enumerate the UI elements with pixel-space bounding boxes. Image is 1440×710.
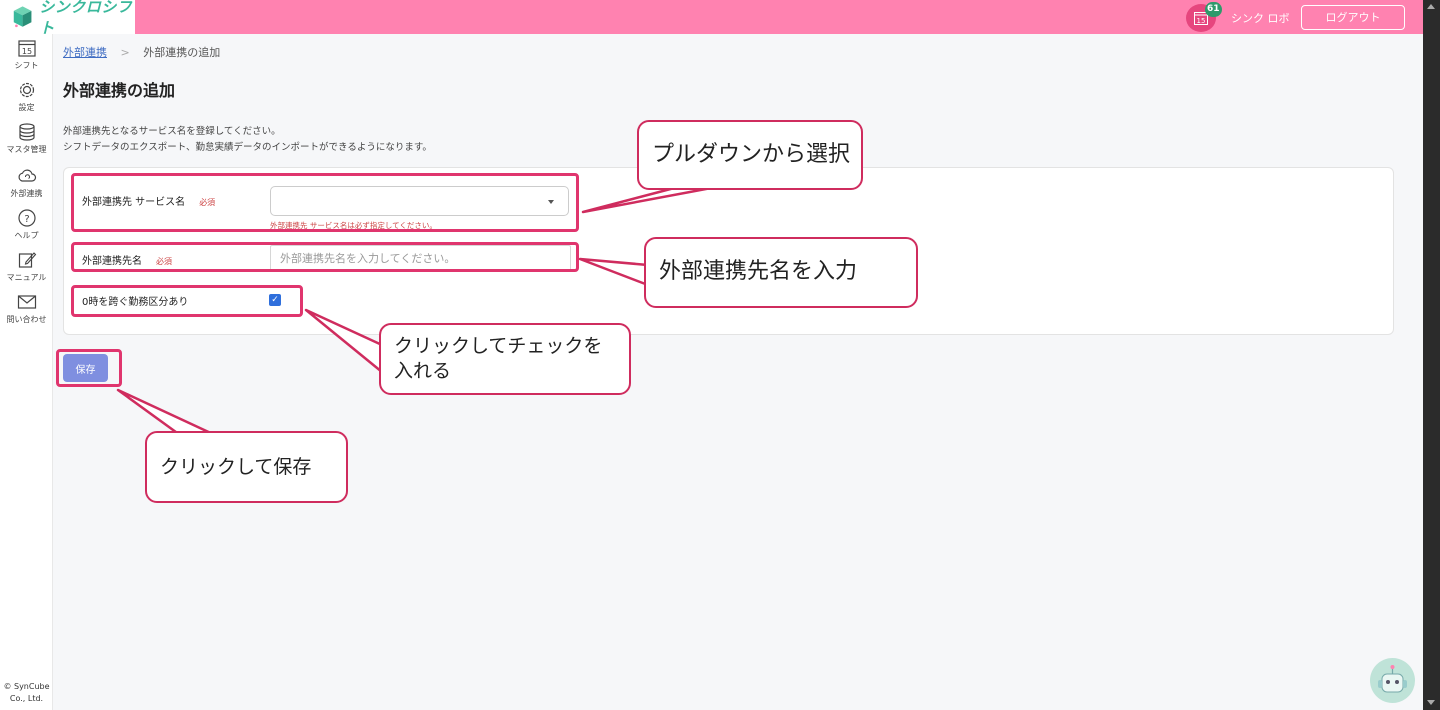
callout-check: クリックしてチェックを 入れる	[379, 323, 631, 395]
gear-icon	[19, 82, 34, 98]
robot-icon	[1378, 665, 1407, 693]
sidebar-item-master[interactable]: マスタ管理	[0, 122, 53, 162]
highlight-name-input	[71, 242, 579, 272]
callout-select-text: プルダウンから選択	[652, 142, 851, 167]
highlight-service-select	[71, 173, 579, 232]
vertical-scrollbar[interactable]	[1423, 0, 1440, 710]
callout-save: クリックして保存	[145, 431, 348, 503]
sidebar-item-label: マスタ管理	[6, 145, 47, 154]
sidebar-item-shift[interactable]: 15 シフト	[0, 38, 53, 78]
sidebar: 15 シフト 設定 マスタ管理 外部連携 ? ヘルプ マニュアル 問い合わせ ©…	[0, 34, 53, 710]
app-name: シンクロシフト	[39, 0, 133, 37]
sidebar-item-label: シフト	[14, 61, 39, 70]
sidebar-item-label: ヘルプ	[14, 231, 39, 240]
app-logo[interactable]: シンクロシフト	[0, 0, 135, 37]
sidebar-item-manual[interactable]: マニュアル	[0, 250, 53, 290]
sidebar-item-contact[interactable]: 問い合わせ	[0, 292, 53, 332]
page-description: 外部連携先となるサービス名を登録してください。 シフトデータのエクスポート、勤怠…	[63, 124, 432, 156]
cloud-sync-icon	[18, 169, 36, 182]
page-title: 外部連携の追加	[63, 81, 176, 100]
breadcrumb-separator: >	[120, 46, 130, 59]
logo-mark-icon	[13, 6, 32, 28]
callout-input-text: 外部連携先名を入力	[659, 259, 858, 284]
breadcrumb: 外部連携 > 外部連携の追加	[63, 44, 220, 60]
sidebar-item-label: 外部連携	[10, 189, 43, 198]
calendar-icon: 15	[17, 40, 36, 57]
callout-select: プルダウンから選択	[637, 120, 863, 190]
highlight-overnight-checkbox	[71, 285, 303, 317]
sidebar-calendar-day: 15	[21, 47, 31, 56]
sidebar-item-label: 設定	[18, 103, 35, 112]
copyright-line: © SynCube	[3, 682, 50, 691]
callout-tails	[116, 184, 724, 437]
mail-icon	[17, 295, 36, 309]
svg-text:?: ?	[24, 214, 29, 225]
sidebar-item-label: マニュアル	[6, 273, 47, 282]
help-icon: ?	[17, 209, 36, 227]
copyright: © SynCube Co., Ltd.	[0, 681, 53, 705]
edit-icon	[18, 252, 36, 268]
callout-save-text: クリックして保存	[160, 456, 312, 478]
logout-button[interactable]: ログアウト	[1301, 5, 1405, 30]
database-icon	[18, 123, 35, 141]
copyright-line: Co., Ltd.	[9, 694, 44, 703]
breadcrumb-link-integration[interactable]: 外部連携	[63, 46, 107, 59]
highlight-save-button	[56, 349, 122, 387]
sidebar-item-label: 問い合わせ	[6, 315, 47, 324]
scroll-down-arrow-icon[interactable]	[1427, 700, 1435, 705]
callout-check-line: 入れる	[394, 360, 452, 382]
app-header: シンクロシフト 15 61 シンク ロボ ログアウト	[0, 0, 1423, 37]
breadcrumb-current: 外部連携の追加	[143, 46, 221, 59]
callout-input: 外部連携先名を入力	[644, 237, 918, 308]
sidebar-item-settings[interactable]: 設定	[0, 80, 53, 120]
notification-count-badge: 61	[1205, 2, 1222, 17]
description-line: 外部連携先となるサービス名を登録してください。	[63, 126, 281, 137]
chatbot-button[interactable]	[1370, 658, 1415, 703]
sidebar-item-integration[interactable]: 外部連携	[0, 166, 53, 206]
scroll-up-arrow-icon[interactable]	[1427, 4, 1435, 9]
callout-tail-save	[116, 388, 217, 437]
description-line: シフトデータのエクスポート、勤怠実績データのインポートができるようになります。	[63, 142, 432, 153]
calendar-day: 15	[1197, 17, 1206, 25]
user-name[interactable]: シンク ロボ	[1231, 10, 1290, 26]
sidebar-item-help[interactable]: ? ヘルプ	[0, 208, 53, 248]
callout-check-line: クリックしてチェックを	[394, 335, 603, 357]
